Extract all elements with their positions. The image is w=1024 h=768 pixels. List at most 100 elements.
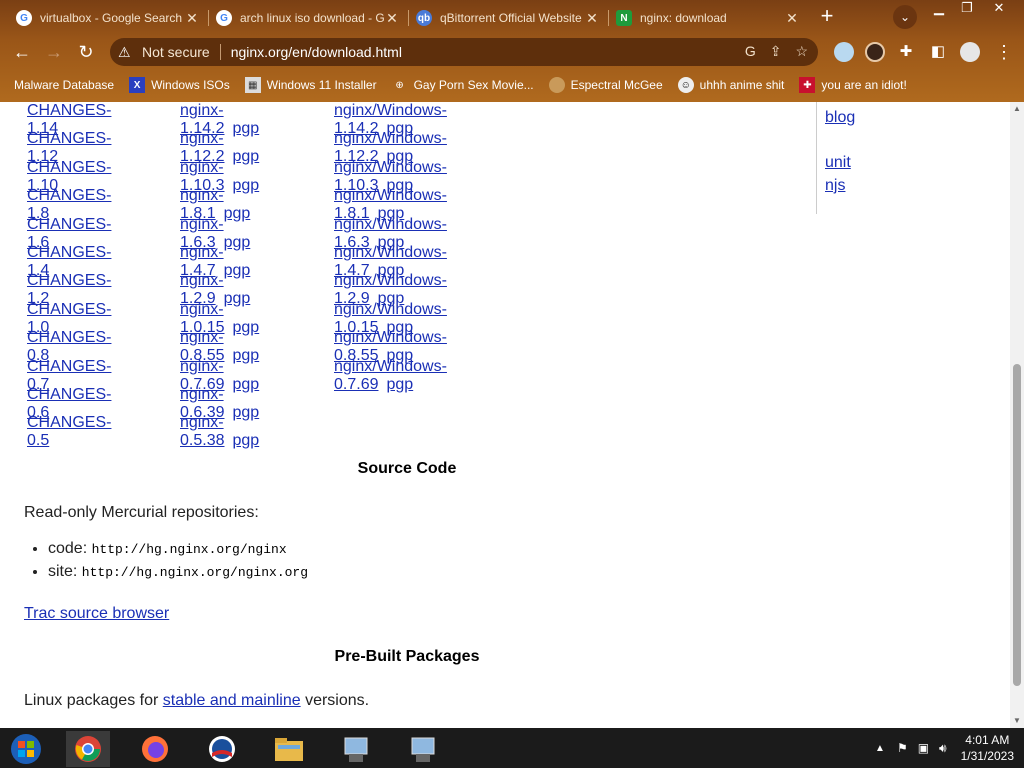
- pgp-link[interactable]: pgp: [232, 432, 259, 449]
- repo-url: http://hg.nginx.org/nginx.org: [81, 565, 309, 580]
- tab-search-button[interactable]: ⌄: [893, 5, 917, 29]
- bookmark-you-are-an-idiot[interactable]: ✚ you are an idiot!: [799, 77, 907, 93]
- bookmark-globe[interactable]: ⊕ Gay Porn Sex Movie...: [392, 77, 534, 93]
- menu-icon[interactable]: ⋮: [992, 40, 1016, 64]
- anime-icon: ☺: [677, 77, 694, 93]
- nginx-icon: N: [616, 10, 632, 26]
- flag-icon[interactable]: ⚑: [897, 741, 908, 755]
- stable-mainline-link[interactable]: stable and mainline: [163, 692, 301, 709]
- installer-taskbar-icon[interactable]: [334, 731, 378, 767]
- google-lens-icon[interactable]: G: [745, 43, 756, 60]
- minimize-button[interactable]: ▁: [924, 0, 954, 18]
- scrollbar-thumb[interactable]: [1013, 364, 1021, 686]
- file-explorer-icon[interactable]: [267, 731, 311, 767]
- mercurial-intro: Read-only Mercurial repositories:: [24, 504, 259, 521]
- bookmark-label: Windows 11 Installer: [266, 78, 377, 92]
- restore-button[interactable]: ❐: [952, 0, 982, 18]
- profile-extension-icon[interactable]: [865, 42, 885, 62]
- sidebar-link-unit[interactable]: unit: [825, 154, 851, 172]
- qbittorrent-icon: qb: [416, 10, 432, 26]
- tab-arch-linux[interactable]: G arch linux iso download - Google Searc…: [208, 4, 408, 32]
- side-panel-icon[interactable]: ◧: [926, 40, 950, 64]
- repo-label: site:: [48, 563, 78, 580]
- network-icon[interactable]: ▣: [918, 741, 929, 755]
- flag-icon: ✚: [799, 77, 816, 93]
- tab-title: nginx: download: [640, 11, 727, 25]
- chevron-up-icon[interactable]: ▲: [875, 743, 885, 754]
- warning-icon[interactable]: ⚠: [118, 44, 136, 61]
- bookmark-label: uhhh anime shit: [699, 78, 785, 92]
- url-text[interactable]: nginx.org/en/download.html: [231, 44, 402, 60]
- close-icon[interactable]: ✕: [184, 10, 200, 27]
- linux-download-link[interactable]: nginx-0.5.38: [180, 414, 224, 449]
- x-icon: X: [129, 77, 146, 93]
- reload-button[interactable]: ↻: [74, 40, 98, 64]
- google-icon: G: [16, 10, 32, 26]
- new-tab-button[interactable]: +: [815, 5, 839, 29]
- bookmark-anime[interactable]: ☺ uhhh anime shit: [677, 77, 785, 93]
- close-icon[interactable]: ✕: [584, 10, 600, 27]
- browser-chrome: G virtualbox - Google Search ✕ G arch li…: [0, 0, 1024, 102]
- changes-link[interactable]: CHANGES-0.5: [27, 414, 111, 449]
- taskbar: ▲ ⚑ ▣ 🔊︎ 4:01 AM 1/31/2023: [0, 728, 1024, 768]
- tab-title: arch linux iso download - Google Search: [240, 11, 384, 25]
- clock-time: 4:01 AM: [965, 733, 1010, 747]
- bookmark-espectral-mcgee[interactable]: Espectral McGee: [548, 77, 663, 93]
- scroll-down-icon[interactable]: ▼: [1010, 714, 1024, 728]
- tab-virtualbox[interactable]: G virtualbox - Google Search ✕: [8, 4, 208, 32]
- clock-date: 1/31/2023: [960, 749, 1014, 763]
- bookmark-windows-isos[interactable]: X Windows ISOs: [129, 77, 230, 93]
- installer-taskbar-icon-2[interactable]: [401, 731, 445, 767]
- tab-nginx-download[interactable]: N nginx: download ✕: [608, 4, 808, 32]
- puzzle-icon[interactable]: ✚: [894, 40, 918, 64]
- system-tray: ▲ ⚑ ▣ 🔊︎ 4:01 AM 1/31/2023: [875, 728, 1024, 768]
- bookmark-malware-database[interactable]: Malware Database: [14, 78, 114, 92]
- close-icon[interactable]: ✕: [384, 10, 400, 27]
- back-button[interactable]: ←: [10, 40, 34, 64]
- address-bar[interactable]: ⚠ Not secure nginx.org/en/download.html …: [110, 38, 818, 66]
- scroll-up-icon[interactable]: ▲: [1010, 102, 1024, 116]
- tab-qbittorrent[interactable]: qb qBittorrent Official Website ✕: [408, 4, 608, 32]
- security-label[interactable]: Not secure: [142, 44, 210, 60]
- bookmark-label: Malware Database: [14, 78, 115, 92]
- bookmark-label: Windows ISOs: [151, 78, 230, 92]
- repo-label: code:: [48, 540, 88, 557]
- sidebar-link-njs[interactable]: njs: [825, 177, 845, 195]
- trac-source-browser-link[interactable]: Trac source browser: [24, 605, 169, 623]
- browser-toolbar: ← → ↻ ⚠ Not secure nginx.org/en/download…: [0, 34, 1024, 70]
- sidebar-link-blog[interactable]: blog: [825, 109, 855, 127]
- bookmarks-bar: Malware Database X Windows ISOs ▦ Window…: [0, 70, 1024, 100]
- repo-list: code: http://hg.nginx.org/nginx site: ht…: [48, 540, 308, 586]
- bookmark-label: Gay Porn Sex Movie...: [413, 78, 534, 92]
- repo-url: http://hg.nginx.org/nginx: [91, 542, 287, 557]
- bookmark-label: Espectral McGee: [570, 78, 663, 92]
- tab-title: virtualbox - Google Search: [40, 11, 183, 25]
- obama-taskbar-icon[interactable]: [200, 731, 244, 767]
- close-icon[interactable]: ✕: [784, 10, 800, 27]
- forward-button[interactable]: →: [42, 40, 66, 64]
- volume-icon[interactable]: 🔊︎: [939, 741, 947, 756]
- bookmark-star-icon[interactable]: ☆: [795, 43, 808, 60]
- chrome-taskbar-icon[interactable]: [66, 731, 110, 767]
- firefox-taskbar-icon[interactable]: [133, 731, 177, 767]
- bookmark-windows-11-installer[interactable]: ▦ Windows 11 Installer: [244, 77, 377, 93]
- pgp-link[interactable]: pgp: [386, 376, 413, 393]
- share-icon[interactable]: ⇪: [770, 43, 782, 60]
- list-item: site: http://hg.nginx.org/nginx.org: [48, 563, 308, 586]
- close-window-button[interactable]: ✕: [984, 0, 1014, 18]
- tab-strip: G virtualbox - Google Search ✕ G arch li…: [0, 0, 1024, 34]
- clock[interactable]: 4:01 AM 1/31/2023: [961, 732, 1014, 764]
- packages-text: Linux packages for: [24, 692, 163, 709]
- list-item: code: http://hg.nginx.org/nginx: [48, 540, 308, 563]
- avatar-icon: [548, 77, 565, 93]
- extension-icon[interactable]: [834, 42, 854, 62]
- pre-built-packages-heading: Pre-Built Packages: [334, 648, 480, 665]
- source-code-heading: Source Code: [357, 460, 457, 477]
- google-icon: G: [216, 10, 232, 26]
- globe-icon: ⊕: [395, 79, 404, 91]
- bookmark-label: you are an idiot!: [821, 78, 907, 92]
- vertical-scrollbar[interactable]: ▲ ▼: [1010, 102, 1024, 728]
- start-button[interactable]: [4, 731, 48, 767]
- installer-icon: ▦: [244, 77, 261, 93]
- avatar[interactable]: [960, 42, 980, 62]
